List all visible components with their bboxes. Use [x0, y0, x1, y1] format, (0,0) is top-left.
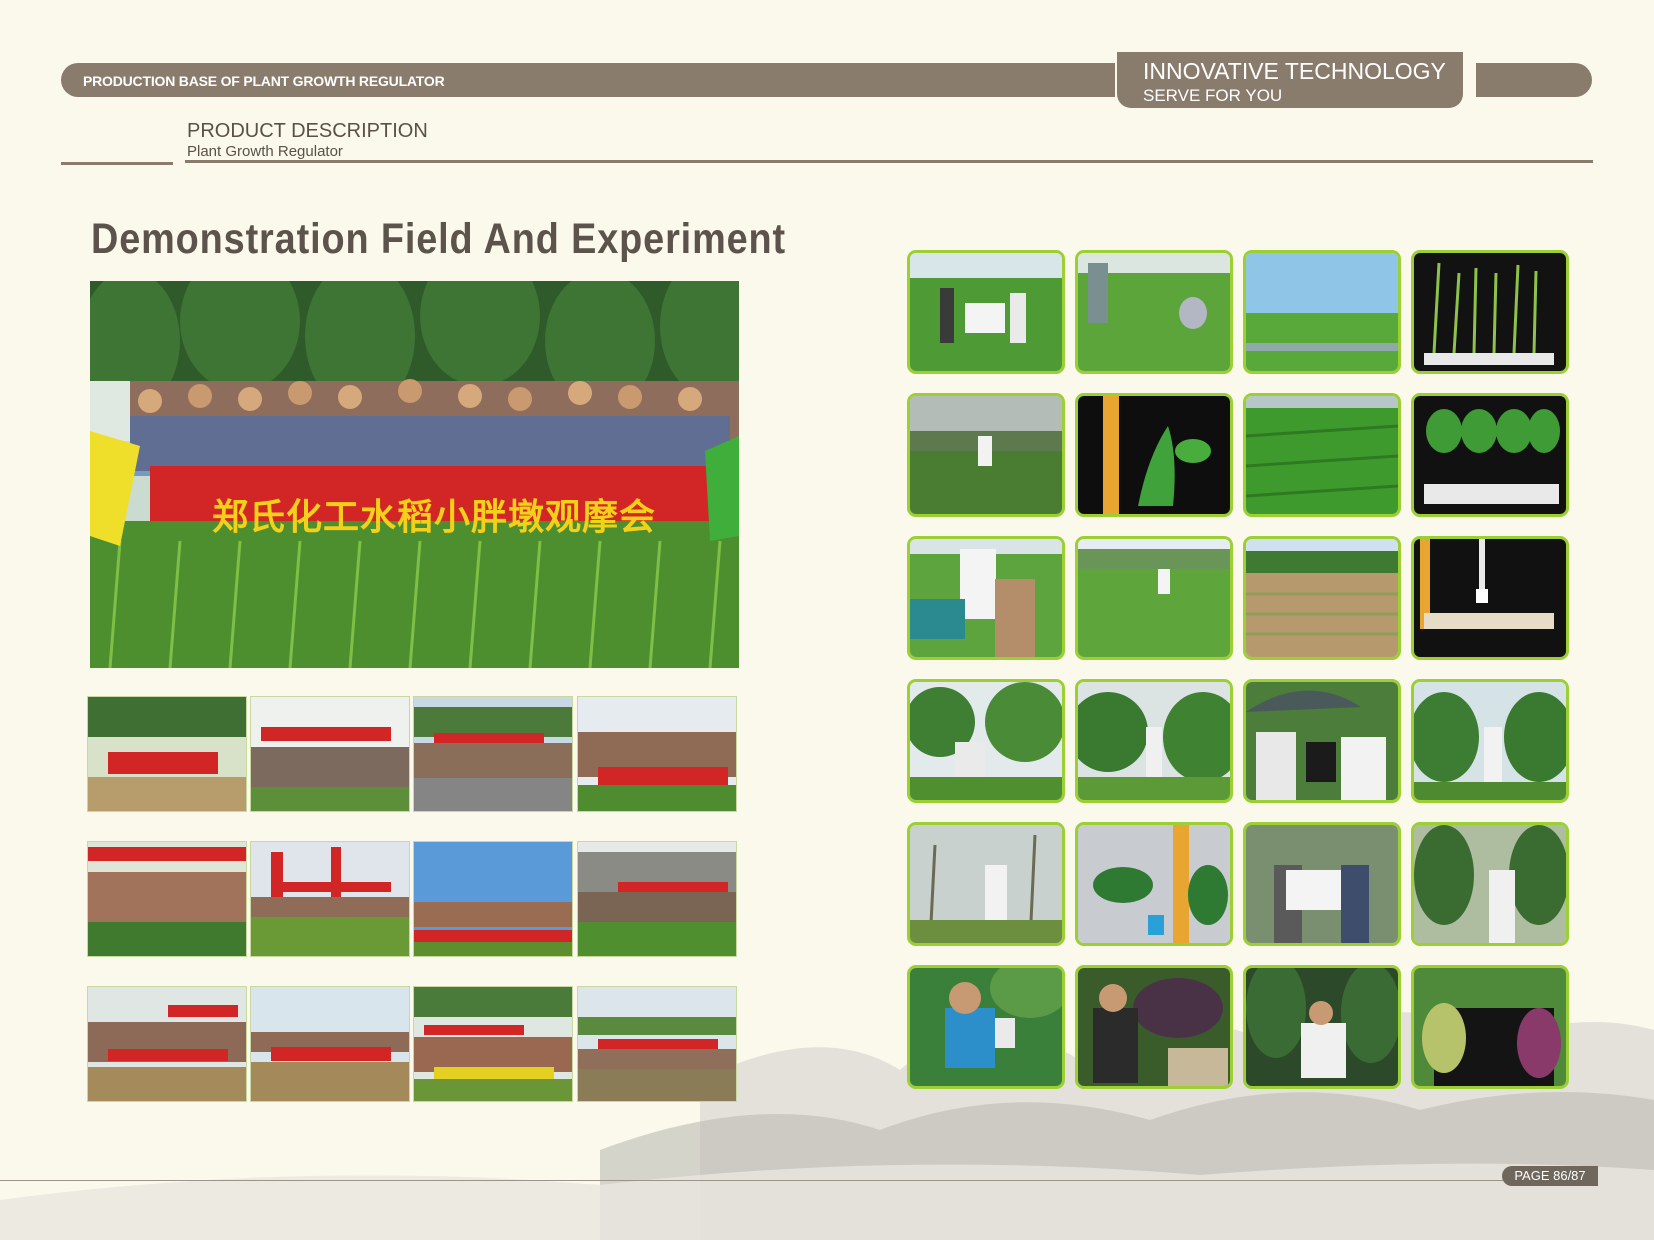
page-number-badge: PAGE 86/87 — [1502, 1166, 1598, 1186]
header-title: PRODUCTION BASE OF PLANT GROWTH REGULATO… — [83, 73, 445, 89]
main-photo — [90, 281, 739, 668]
experiment-photo — [1075, 393, 1233, 517]
gallery-photo — [87, 841, 247, 957]
experiment-photo — [907, 250, 1065, 374]
tech-line1: INNOVATIVE TECHNOLOGY — [1143, 58, 1446, 84]
gallery-photo — [577, 841, 737, 957]
experiment-photo — [1411, 679, 1569, 803]
footer-line — [0, 1180, 1530, 1181]
experiment-photo — [907, 679, 1065, 803]
gallery-photo — [87, 696, 247, 812]
gallery-photo — [413, 841, 573, 957]
gallery-photo — [250, 986, 410, 1102]
divider-main — [185, 160, 1593, 163]
gallery-photo — [413, 986, 573, 1102]
experiment-photo — [907, 822, 1065, 946]
mountain-background — [0, 1012, 1654, 1240]
gallery-photo — [413, 696, 573, 812]
gallery-photo — [577, 696, 737, 812]
gallery-photo — [250, 841, 410, 957]
experiment-photo — [1075, 822, 1233, 946]
experiment-photo — [907, 393, 1065, 517]
product-description-title: PRODUCT DESCRIPTION — [187, 120, 428, 142]
experiment-photo — [1243, 250, 1401, 374]
experiment-photo — [1411, 536, 1569, 660]
experiment-photo — [1075, 536, 1233, 660]
tech-line2: SERVE FOR YOU — [1143, 86, 1283, 105]
experiment-photo — [1075, 679, 1233, 803]
experiment-photo — [1411, 965, 1569, 1089]
experiment-photo — [907, 965, 1065, 1089]
experiment-photo — [1075, 250, 1233, 374]
divider-left — [61, 162, 173, 165]
header-bar-right — [1476, 63, 1592, 97]
gallery-photo — [87, 986, 247, 1102]
experiment-photo — [1075, 965, 1233, 1089]
experiment-photo — [1243, 822, 1401, 946]
experiment-photo — [1411, 393, 1569, 517]
experiment-photo — [1243, 679, 1401, 803]
experiment-photo — [1411, 822, 1569, 946]
gallery-photo — [250, 696, 410, 812]
experiment-photo — [1243, 536, 1401, 660]
experiment-photo — [907, 536, 1065, 660]
section-title: Demonstration Field And Experiment — [91, 215, 787, 263]
experiment-photo — [1243, 965, 1401, 1089]
gallery-photo — [577, 986, 737, 1102]
experiment-photo — [1411, 250, 1569, 374]
product-description-subtitle: Plant Growth Regulator — [187, 143, 343, 160]
main-photo-banner: 郑氏化工水稻小胖墩观摩会 — [212, 497, 657, 538]
tech-banner: INNOVATIVE TECHNOLOGY SERVE FOR YOU — [1117, 52, 1463, 108]
experiment-photo — [1243, 393, 1401, 517]
